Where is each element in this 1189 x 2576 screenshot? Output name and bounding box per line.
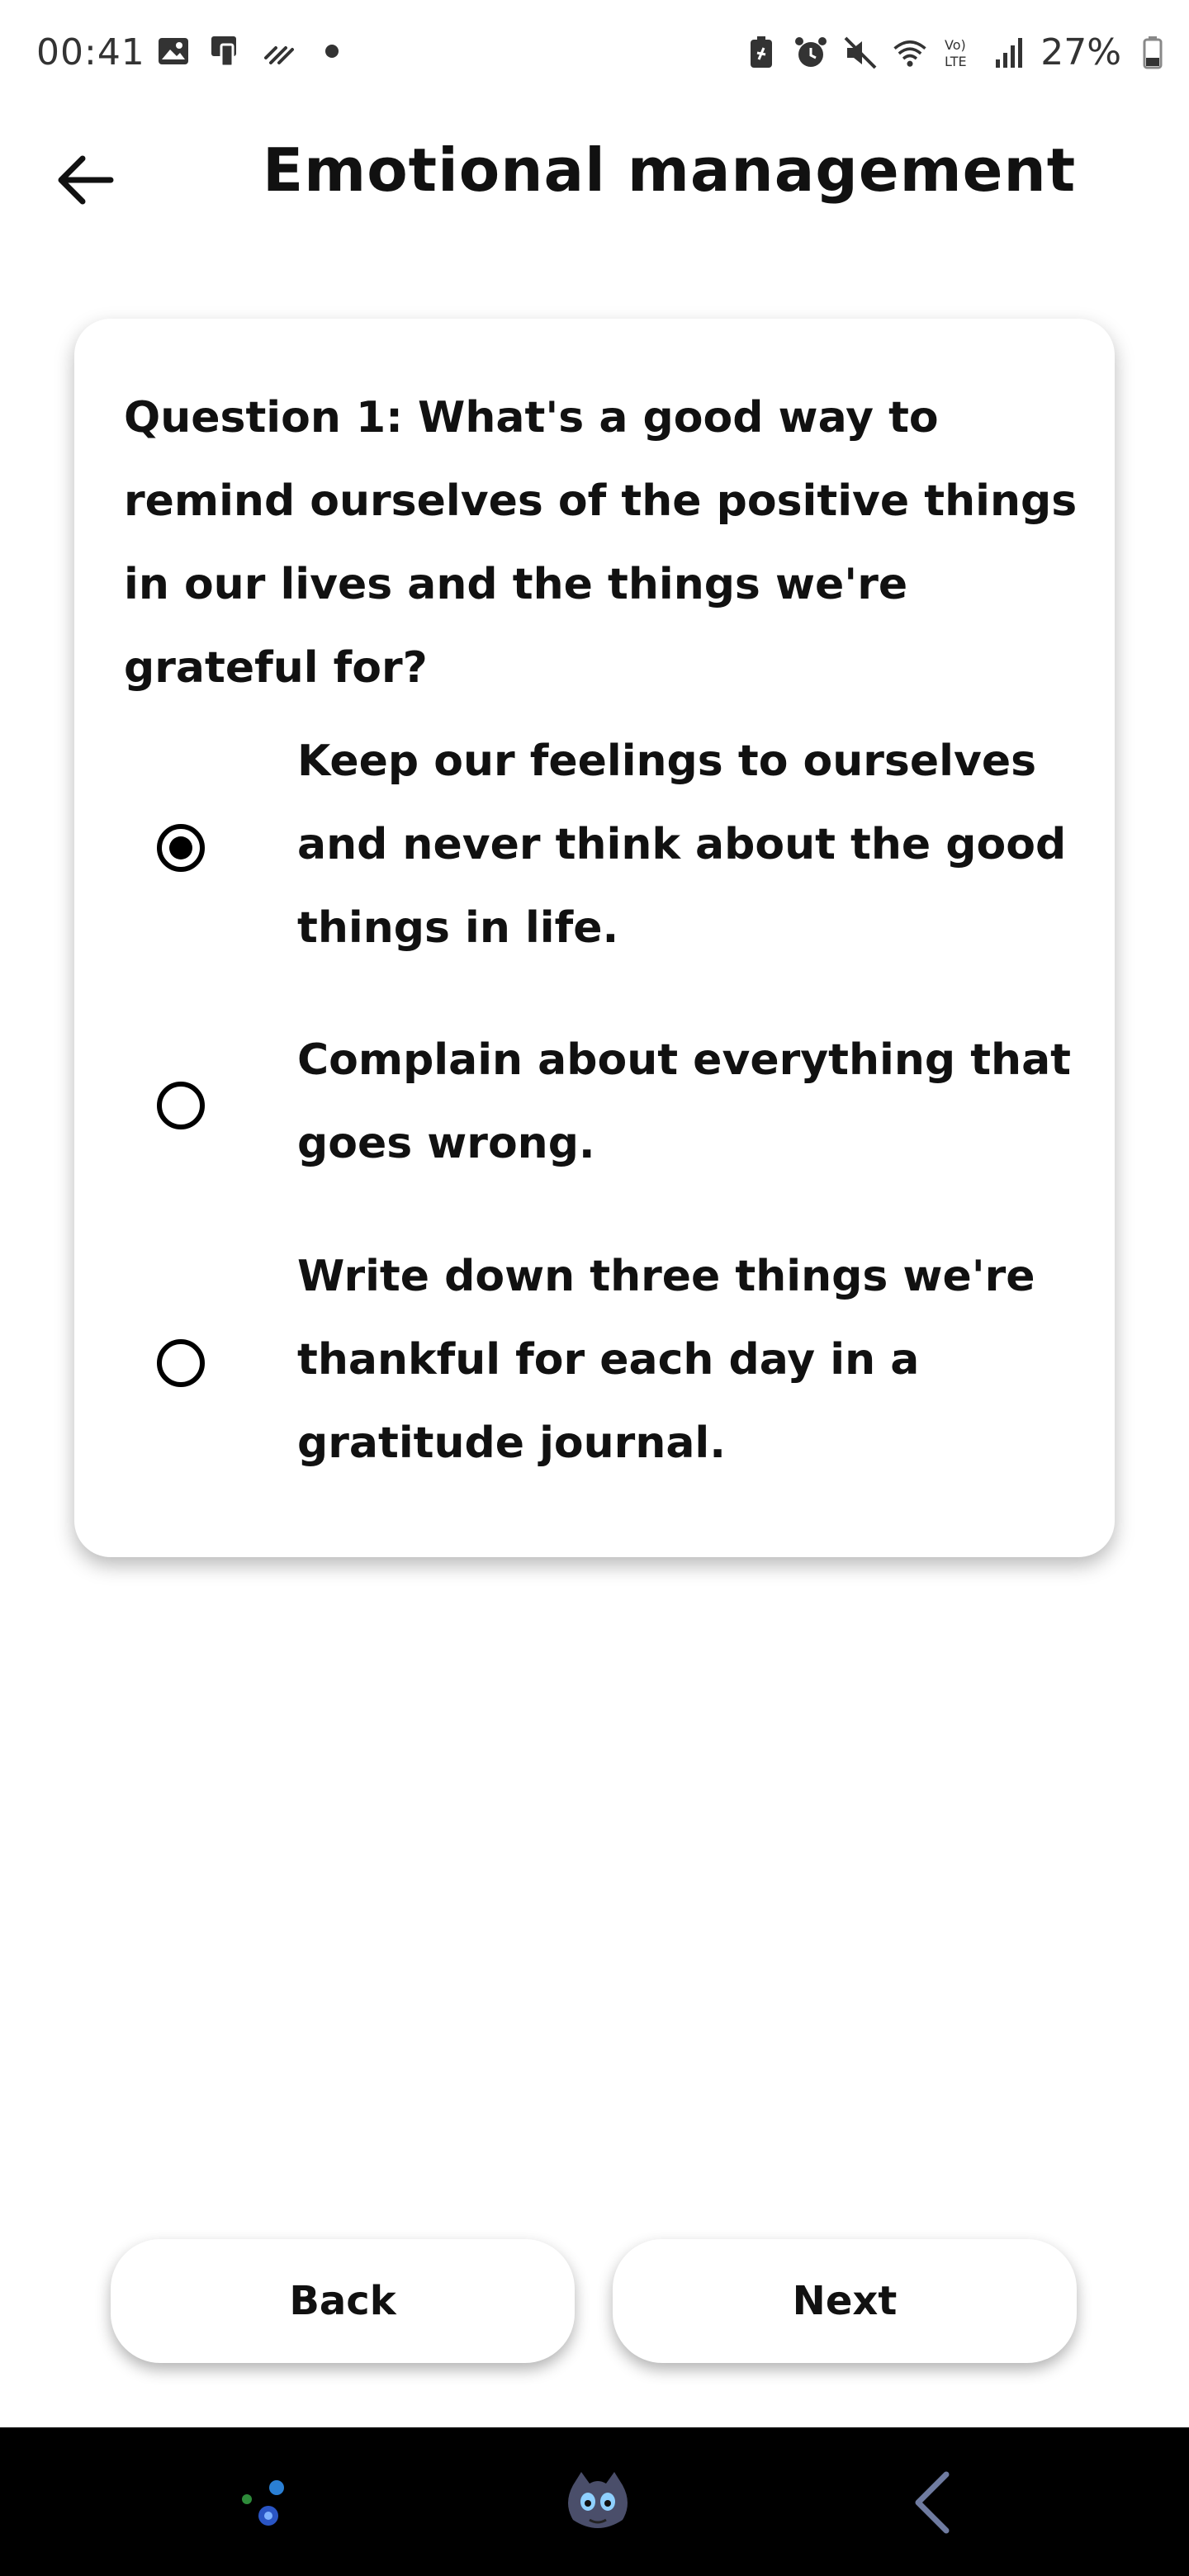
back-gesture-icon[interactable] <box>892 2460 974 2543</box>
device-icon <box>208 33 244 69</box>
option-label: Write down three things we're thankful f… <box>297 1252 1035 1468</box>
svg-text:Vo): Vo) <box>945 37 966 53</box>
app-bar: Emotional management <box>0 124 1189 223</box>
status-bar: 00:41 Vo) LTE 27% <box>0 0 1189 107</box>
radio-unselected-icon[interactable] <box>157 1082 205 1129</box>
alarm-icon <box>793 35 829 71</box>
back-arrow-icon[interactable] <box>46 140 126 220</box>
battery-saver-icon <box>743 35 779 71</box>
next-button[interactable]: Next <box>613 2239 1077 2363</box>
option-label: Complain about everything that goes wron… <box>297 1035 1072 1168</box>
question-card: Question 1: What's a good way to remind … <box>74 319 1115 1557</box>
navigation-bar <box>0 2427 1189 2576</box>
svg-text:LTE: LTE <box>945 54 967 69</box>
signal-icon <box>991 35 1027 71</box>
wifi-icon <box>892 35 928 71</box>
radio-selected-icon[interactable] <box>157 824 205 872</box>
radio-unselected-icon[interactable] <box>157 1339 205 1387</box>
image-icon <box>155 33 192 69</box>
mute-icon <box>842 35 879 71</box>
dot-icon <box>314 33 350 69</box>
battery-percent: 27% <box>1040 31 1121 73</box>
volte-icon: Vo) LTE <box>941 35 978 71</box>
sync-icon <box>261 33 297 69</box>
sparkle-app-icon[interactable] <box>225 2460 307 2543</box>
option-1[interactable]: Keep our feelings to ourselves and never… <box>74 720 1115 976</box>
option-2[interactable]: Complain about everything that goes wron… <box>74 1019 1115 1192</box>
back-button[interactable]: Back <box>111 2239 575 2363</box>
status-time: 00:41 <box>36 31 145 73</box>
creature-avatar-icon[interactable] <box>557 2460 639 2543</box>
battery-icon <box>1135 35 1171 71</box>
option-label: Keep our feelings to ourselves and never… <box>297 736 1067 953</box>
page-title: Emotional management <box>263 135 1077 205</box>
question-text: Question 1: What's a good way to remind … <box>124 393 1078 693</box>
option-3[interactable]: Write down three things we're thankful f… <box>74 1235 1115 1491</box>
